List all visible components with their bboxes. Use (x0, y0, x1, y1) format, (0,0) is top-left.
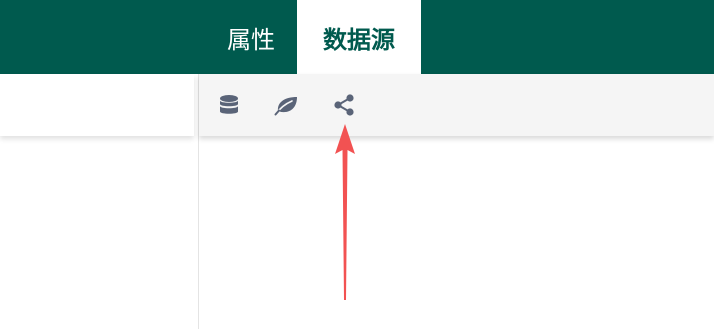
share-button[interactable] (330, 91, 358, 119)
top-header-bar: 属性 数据源 (0, 0, 714, 74)
tab-datasource[interactable]: 数据源 (297, 0, 421, 74)
tab-properties[interactable]: 属性 (205, 0, 297, 74)
left-panel (0, 74, 198, 329)
tab-datasource-label: 数据源 (323, 25, 395, 54)
database-button[interactable] (215, 91, 243, 119)
annotation-arrow (335, 124, 355, 300)
leaf-icon (274, 97, 297, 116)
leaf-button[interactable] (273, 91, 301, 119)
left-panel-header (0, 74, 194, 136)
database-icon (220, 95, 238, 114)
datasource-toolbar (199, 74, 714, 136)
tab-properties-label: 属性 (227, 25, 275, 54)
share-icon (334, 94, 354, 116)
